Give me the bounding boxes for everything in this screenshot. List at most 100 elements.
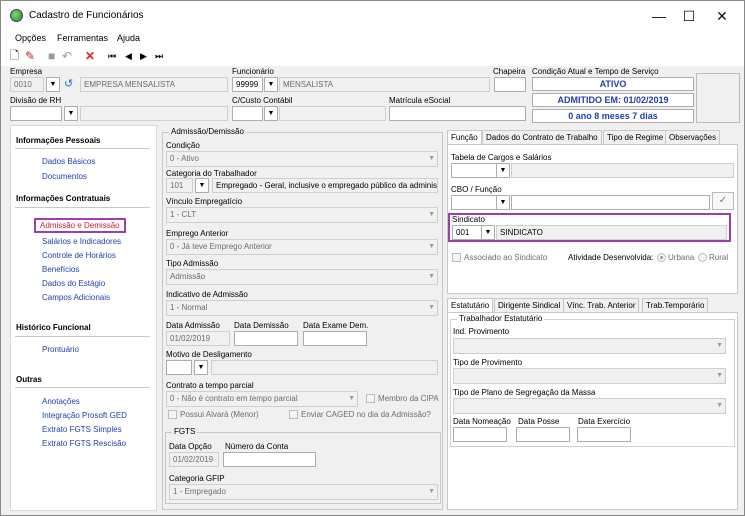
motivo-label: Motivo de Desligamento [166,350,252,359]
conta-label: Número da Conta [225,442,289,451]
chevron-down-icon: ▼ [716,342,723,349]
title-bar: Cadastro de Funcionários — ☐ ✕ [1,1,744,31]
tabela-dropdown-button[interactable]: ▼ [496,163,510,178]
vinculo-select[interactable]: 1 - CLT ▼ [166,207,438,223]
divisao-code-field[interactable] [10,106,62,121]
maximize-button[interactable]: ☐ [674,6,704,26]
sidebar-item-salarios[interactable]: Salários e Indicadores [42,237,121,246]
minimize-button[interactable]: — [644,6,674,26]
sidebar-item-dados-basicos[interactable]: Dados Básicos [42,157,95,166]
condicao-value: 0 - Ativo [170,154,199,163]
sidebar-item-fgts-rescisao[interactable]: Extrato FGTS Rescisão [42,439,126,448]
empresa-code-field[interactable]: 0010 [10,77,44,92]
sidebar-item-horarios[interactable]: Controle de Horários [42,251,116,260]
menu-options[interactable]: Opções [15,33,46,43]
cbo-name-field[interactable] [511,195,710,210]
toolbar: 🗋 ✎ ■ ↶ ✕ ⏮ ◀ ▶ ⏭ [1,46,744,66]
sidebar-item-documentos[interactable]: Documentos [42,172,87,181]
chevron-down-icon: ▼ [428,211,435,218]
data-posse-field[interactable] [516,427,570,442]
first-record-icon[interactable]: ⏮ [108,49,116,63]
edit-pencil-icon[interactable]: ✎ [25,49,35,63]
check-icon[interactable]: ✓ [712,192,734,210]
tab-observacoes[interactable]: Observações [665,130,721,144]
categoria-dropdown-button[interactable]: ▼ [195,178,209,193]
emprego-anterior-select[interactable]: 0 - Já teve Emprego Anterior ▼ [166,239,438,255]
tab-estatutario[interactable]: Estatutário [447,298,494,312]
empresa-dropdown-button[interactable]: ▼ [46,77,60,92]
tabela-cargos-label: Tabela de Cargos e Salários [451,153,552,162]
cbo-dropdown-button[interactable]: ▼ [496,195,510,210]
sidebar-item-admissao-selected[interactable]: Admissão e Demissão [34,218,126,233]
sidebar-item-fgts-simples[interactable]: Extrato FGTS Simples [42,425,122,434]
data-nomeacao-field[interactable] [453,427,507,442]
delete-x-icon[interactable]: ✕ [85,49,95,63]
conta-field[interactable] [223,452,316,467]
sidebar-item-anotacoes[interactable]: Anotações [42,397,80,406]
tab-tipo-regime[interactable]: Tipo de Regime [603,130,668,144]
alvara-checkbox[interactable] [168,410,177,419]
tipo-provimento-select[interactable]: ▼ [453,368,726,384]
matricula-field[interactable] [389,106,526,121]
chevron-down-icon: ▼ [428,304,435,311]
close-button[interactable]: ✕ [707,6,737,26]
caged-checkbox[interactable] [289,410,298,419]
chevron-down-icon: ▼ [716,402,723,409]
previous-record-icon[interactable]: ◀ [125,49,132,63]
categoria-code-field[interactable]: 101 [166,178,193,193]
sidebar-item-prontuario[interactable]: Prontuário [42,345,79,354]
sindicato-code-field[interactable]: 001 [452,225,482,240]
condicao-select[interactable]: 0 - Ativo ▼ [166,151,438,167]
funcionario-dropdown-button[interactable]: ▼ [264,77,278,92]
tab-trab-temporario[interactable]: Trab.Temporário [642,298,709,312]
menu-help[interactable]: Ajuda [117,33,140,43]
parcial-select[interactable]: 0 - Não é contrato em tempo parcial ▼ [166,391,358,407]
chapeira-field[interactable] [494,77,526,92]
sindicato-name-field: SINDICATO [496,225,727,240]
last-record-icon[interactable]: ⏭ [155,49,163,63]
data-opcao-field[interactable]: 01/02/2019 [169,452,219,467]
urbana-radio[interactable] [657,253,666,262]
cipa-checkbox[interactable] [366,394,375,403]
cbo-label: CBO / Função [451,185,502,194]
plano-segregacao-select[interactable]: ▼ [453,398,726,414]
menu-tools[interactable]: Ferramentas [57,33,108,43]
tipo-admissao-select[interactable]: Admissão ▼ [166,269,438,285]
new-document-icon[interactable]: 🗋 [10,49,19,63]
condicao-atual-label: Condição Atual e Tempo de Serviço [532,67,659,76]
sindicato-dropdown-button[interactable]: ▼ [481,225,495,240]
sidebar-item-estagio[interactable]: Dados do Estágio [42,279,105,288]
data-exame-field[interactable] [303,331,367,346]
rural-radio[interactable] [698,253,707,262]
undo-icon[interactable]: ↶ [62,49,72,63]
funcionario-code-field[interactable]: 99999 [232,77,263,92]
cbo-code-field[interactable] [451,195,497,210]
sidebar-item-campos[interactable]: Campos Adicionais [42,293,110,302]
tab-dirigente-sindical[interactable]: Dirigente Sindical [494,298,565,312]
tabela-code-field[interactable] [451,163,497,178]
refresh-icon[interactable]: ↺ [64,77,73,91]
data-demissao-field[interactable] [234,331,298,346]
data-admissao-field[interactable]: 01/02/2019 [166,331,230,346]
gfip-select[interactable]: 1 - Empregado ▼ [169,484,438,500]
ccusto-dropdown-button[interactable]: ▼ [264,106,278,121]
tab-funcao[interactable]: Função [447,130,482,144]
categoria-label: Categoria do Trabalhador [166,169,257,178]
divisao-dropdown-button[interactable]: ▼ [64,106,78,121]
next-record-icon[interactable]: ▶ [140,49,147,63]
associado-checkbox[interactable] [452,253,461,262]
ccusto-code-field[interactable] [232,106,263,121]
sidebar-item-prosoft[interactable]: Integração Prosoft GED [42,411,127,420]
indicativo-select[interactable]: 1 - Normal ▼ [166,300,438,316]
menu-bar: Opções Ferramentas Ajuda [1,31,744,46]
status-tempo-servico: 0 ano 8 meses 7 dias [532,109,694,123]
tab-vinc-trab-anterior[interactable]: Vínc. Trab. Anterior [563,298,640,312]
motivo-dropdown-button[interactable]: ▼ [194,360,208,375]
sidebar-item-beneficios[interactable]: Benefícios [42,265,79,274]
motivo-code-field[interactable] [166,360,192,375]
data-exercicio-field[interactable] [577,427,631,442]
tab-dados-contrato[interactable]: Dados do Contrato de Trabalho [482,130,602,144]
plano-segregacao-label: Tipo de Plano de Segregação da Massa [453,388,596,397]
save-icon[interactable]: ■ [48,49,55,63]
ind-provimento-select[interactable]: ▼ [453,338,726,354]
